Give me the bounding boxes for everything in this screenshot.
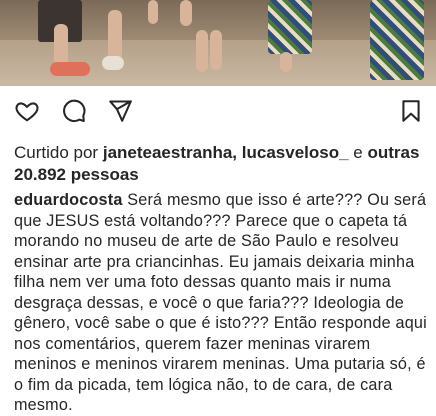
photo-shoe [102,56,124,70]
heart-icon[interactable] [14,98,40,124]
caption-text: Será mesmo que isso é arte??? Ou será qu… [14,191,427,414]
photo-leg [210,30,222,70]
photo-leg [148,0,158,24]
comment-icon[interactable] [61,98,87,124]
photo-shoe [50,62,90,76]
likes-and: e [353,143,363,162]
liker-username[interactable]: lucasveloso_ [242,143,349,162]
post-actions-bar [0,86,436,138]
post-caption: eduardocosta Será mesmo que isso é arte?… [14,190,428,416]
share-icon[interactable] [107,98,133,124]
photo-leg [54,24,68,66]
liker-username[interactable]: janeteaestranha [103,143,232,162]
photo-leg [180,0,192,26]
photo-leg [280,52,292,72]
likes-summary: Curtido por janeteaestranha, lucasveloso… [14,142,426,186]
likes-count: 20.892 pessoas [14,165,139,184]
likes-separator: , [232,143,238,162]
likes-prefix: Curtido por [14,143,99,162]
photo-figure-far-right [370,0,424,80]
photo-leg [196,30,208,72]
photo-figure-right [268,0,312,54]
caption-username[interactable]: eduardocosta [14,191,123,209]
photo-leg [108,10,122,60]
bookmark-icon[interactable] [398,98,424,124]
post-photo[interactable] [0,0,436,86]
likes-others-word: outras [367,143,420,162]
